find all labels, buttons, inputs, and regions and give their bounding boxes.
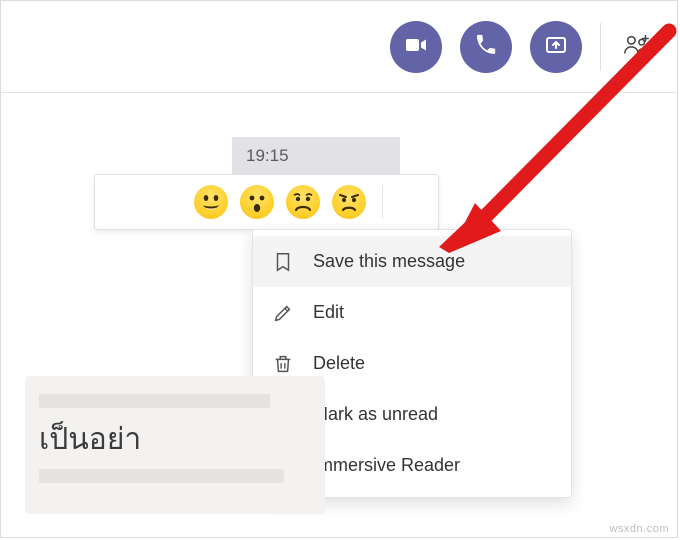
- surprised-icon: [240, 185, 274, 219]
- video-call-button[interactable]: [390, 21, 442, 73]
- reaction-surprised[interactable]: [240, 185, 274, 219]
- divider: [600, 23, 601, 71]
- reaction-bar: [94, 174, 439, 230]
- reaction-thumbs-up[interactable]: [107, 185, 138, 219]
- compose-text: เป็นอย่า: [39, 416, 311, 463]
- audio-call-button[interactable]: [460, 21, 512, 73]
- video-icon: [404, 33, 428, 62]
- trash-icon: [271, 352, 295, 376]
- sad-icon: [286, 185, 320, 219]
- compose-placeholder-line: [39, 469, 284, 483]
- reaction-laugh[interactable]: [194, 185, 228, 219]
- compose-box[interactable]: เป็นอย่า: [25, 376, 325, 514]
- watermark: wsxdn.com: [609, 523, 669, 535]
- message-timestamp: 19:15: [232, 137, 400, 175]
- angry-icon: [332, 185, 366, 219]
- compose-placeholder-line: [39, 394, 270, 408]
- bookmark-icon: [271, 250, 295, 274]
- reaction-divider: [382, 185, 383, 219]
- reaction-heart[interactable]: [150, 185, 181, 219]
- share-screen-icon: [544, 33, 568, 62]
- more-options-button[interactable]: [397, 186, 426, 218]
- menu-label: Mark as unread: [313, 404, 438, 425]
- header-bar: [1, 1, 677, 93]
- laugh-icon: [194, 185, 228, 219]
- phone-icon: [474, 33, 498, 62]
- header-actions: [390, 21, 655, 73]
- app-frame: 19:15: [0, 0, 678, 538]
- menu-label: Save this message: [313, 251, 465, 272]
- menu-item-edit[interactable]: Edit: [253, 287, 571, 338]
- share-screen-button[interactable]: [530, 21, 582, 73]
- reaction-sad[interactable]: [286, 185, 320, 219]
- menu-item-save[interactable]: Save this message: [253, 236, 571, 287]
- menu-label: Edit: [313, 302, 344, 323]
- people-add-icon: [622, 30, 652, 65]
- add-people-button[interactable]: [619, 29, 655, 65]
- reaction-angry[interactable]: [332, 185, 366, 219]
- pencil-icon: [271, 301, 295, 325]
- menu-label: Immersive Reader: [313, 455, 460, 476]
- menu-label: Delete: [313, 353, 365, 374]
- timestamp-text: 19:15: [246, 146, 289, 165]
